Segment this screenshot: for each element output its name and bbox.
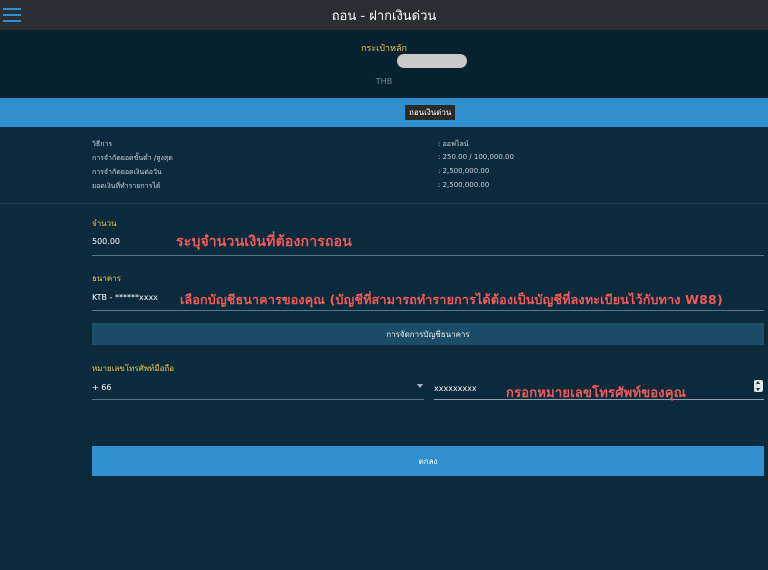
- amount-underline: [92, 255, 764, 256]
- phone-label: หมายเลขโทรศัพท์มือถือ: [92, 364, 175, 373]
- stepper-icon[interactable]: [754, 380, 763, 392]
- bank-label: ธนาคาร: [92, 274, 121, 283]
- submit-button[interactable]: ตกลง: [92, 446, 764, 476]
- wallet-panel: กระเป๋าหลัก THB: [0, 30, 768, 98]
- wallet-balance-redacted: [397, 54, 467, 68]
- bank-underline: [92, 310, 764, 311]
- bank-account-select[interactable]: KTB - ******xxxx: [92, 293, 158, 302]
- amount-label: จำนวน: [92, 219, 117, 228]
- info-row: การจำกัดยอดขั้นต่ำ /สูงสุด : 250.00 / 10…: [0, 153, 768, 165]
- wallet-currency: THB: [375, 77, 393, 86]
- info-row: การจำกัดยอดเงินต่อวัน : 2,500,000.00: [0, 167, 768, 179]
- info-label: ยอดเงินที่ทำรายการได้: [92, 182, 161, 190]
- info-row: วิธีการ : ออฟไลน์: [0, 139, 768, 151]
- amount-input[interactable]: 500.00: [92, 237, 120, 246]
- tab-instant-withdraw[interactable]: ถอนเงินด่วน: [405, 105, 456, 120]
- info-value: : 250.00 / 100,000.00: [438, 153, 514, 161]
- page-title: ถอน - ฝากเงินด่วน: [331, 8, 437, 24]
- withdraw-info-panel: วิธีการ : ออฟไลน์ การจำกัดยอดขั้นต่ำ /สู…: [0, 127, 768, 204]
- country-code-underline: [92, 399, 424, 400]
- phone-number-input[interactable]: xxxxxxxxx: [434, 384, 477, 393]
- hamburger-menu-icon[interactable]: [3, 8, 21, 22]
- info-value: : 2,500,000.00: [438, 181, 490, 189]
- info-value: : 2,500,000.00: [438, 167, 490, 175]
- info-label: การจำกัดยอดขั้นต่ำ /สูงสุด: [92, 154, 173, 162]
- info-label: วิธีการ: [92, 140, 113, 148]
- wallet-label: กระเป๋าหลัก: [361, 44, 407, 54]
- chevron-down-icon[interactable]: [417, 384, 423, 388]
- info-row: ยอดเงินที่ทำรายการได้ : 2,500,000.00: [0, 181, 768, 193]
- top-bar: ถอน - ฝากเงินด่วน: [0, 0, 768, 30]
- amount-annotation: ระบุจำนวนเงินที่ต้องการถอน: [176, 234, 353, 250]
- bank-annotation: เลือกบัญชีธนาคารของคุณ (บัญชีที่สามารถทำ…: [180, 292, 723, 307]
- manage-bank-accounts-button[interactable]: การจัดการบัญชีธนาคาร: [92, 323, 764, 345]
- info-label: การจำกัดยอดเงินต่อวัน: [92, 168, 162, 176]
- phone-annotation: กรอกหมายเลขโทรศัพท์ของคุณ: [506, 386, 687, 401]
- info-value: : ออฟไลน์: [438, 140, 469, 148]
- country-code-select[interactable]: + 66: [92, 383, 111, 392]
- tab-bar: ถอนเงินด่วน: [0, 98, 768, 127]
